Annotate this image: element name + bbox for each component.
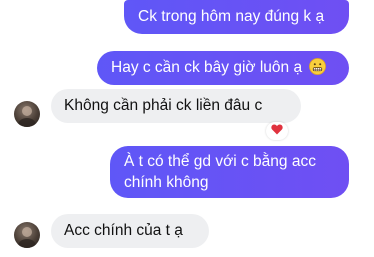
message-text: Acc chính của t ạ [64,222,183,239]
contact-avatar[interactable] [14,101,40,127]
contact-avatar[interactable] [14,222,40,248]
message-text: Hay c cần ck bây giờ luôn ạ [111,59,303,76]
message-text: Ck trong hôm nay đúng k ạ [138,8,325,25]
message-text-line: chính không [124,174,209,191]
message-text: Không cần phải ck liền đâu c [64,97,263,114]
message-text-line: À t có thể gd với c bằng acc [124,153,316,170]
outgoing-message-bubble[interactable]: À t có thể gd với c bằng acc chính không [110,146,349,198]
chat-thread: Ck trong hôm nay đúng k ạ Hay c cần ck b… [0,0,374,257]
red-heart-icon [271,122,283,140]
grimace-emoji-icon [309,58,327,75]
outgoing-message-bubble[interactable]: Hay c cần ck bây giờ luôn ạ [97,51,349,85]
incoming-message-bubble[interactable]: Acc chính của t ạ [51,214,209,248]
outgoing-message-bubble[interactable]: Ck trong hôm nay đúng k ạ [124,0,349,34]
message-reaction[interactable] [266,122,288,140]
incoming-message-bubble[interactable]: Không cần phải ck liền đâu c [51,89,301,123]
